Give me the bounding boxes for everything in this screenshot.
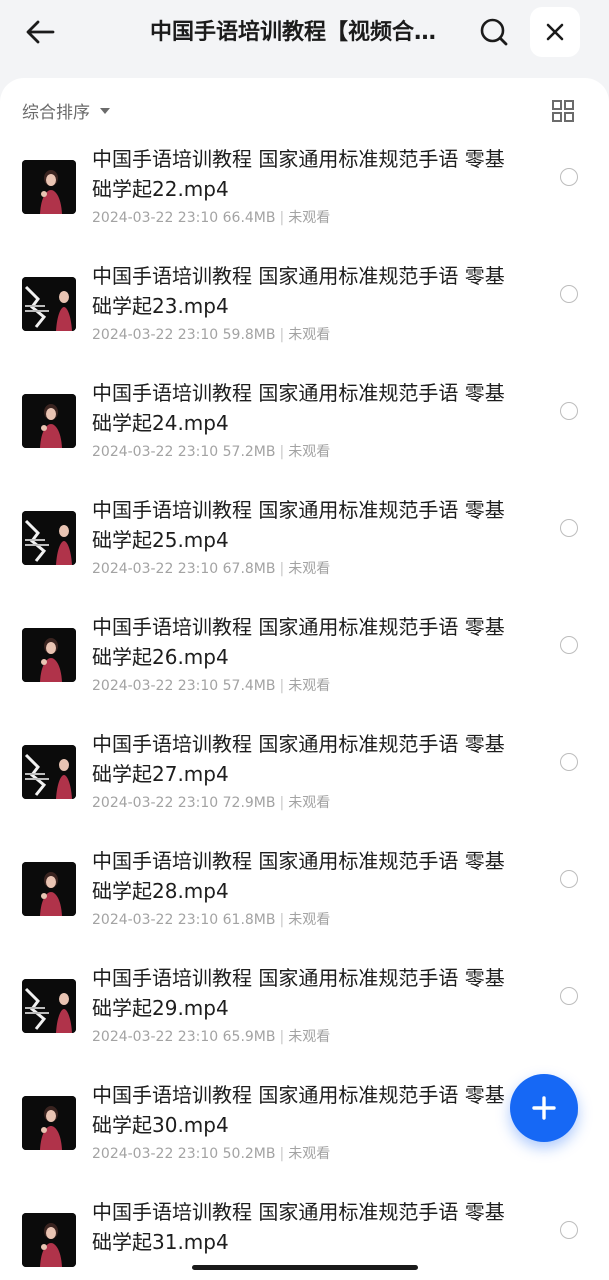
watch-status: 未观看 [288,912,331,928]
file-list-item[interactable]: 中国手语培训教程 国家通用标准规范手语 零基础学起22.mp4 2024-03-2… [0,140,609,257]
video-thumbnail [22,160,76,214]
file-name: 中国手语培训教程 国家通用标准规范手语 零基础学起24.mp4 [92,381,505,435]
meta-divider: | [279,444,285,460]
file-list-item[interactable]: 中国手语培训教程 国家通用标准规范手语 零基础学起23.mp4 2024-03-2… [0,257,609,374]
file-meta: 2024-03-22 23:10 66.4MB | 未观看 [92,207,330,227]
file-meta: 2024-03-22 23:10 50.2MB | 未观看 [92,1143,330,1163]
file-date: 2024-03-22 23:10 [92,678,219,694]
file-list-item[interactable]: 中国手语培训教程 国家通用标准规范手语 零基础学起26.mp4 2024-03-2… [0,608,609,725]
file-date: 2024-03-22 23:10 [92,1029,219,1045]
file-size: 57.4MB [222,678,276,694]
arrow-left-icon [26,20,55,44]
add-button[interactable] [510,1074,578,1142]
select-radio[interactable] [560,987,578,1005]
video-thumbnail [22,1213,76,1267]
file-date: 2024-03-22 23:10 [92,561,219,577]
file-meta: 2024-03-22 23:10 57.2MB | 未观看 [92,441,330,461]
select-radio[interactable] [560,636,578,654]
file-name: 中国手语培训教程 国家通用标准规范手语 零基础学起23.mp4 [92,264,505,318]
select-radio[interactable] [560,753,578,771]
file-date: 2024-03-22 23:10 [92,1146,219,1162]
file-meta: 2024-03-22 23:10 72.9MB | 未观看 [92,792,330,812]
sort-label: 综合排序 [22,102,90,123]
video-thumbnail [22,862,76,916]
select-radio[interactable] [560,519,578,537]
file-name: 中国手语培训教程 国家通用标准规范手语 零基础学起30.mp4 [92,1083,505,1137]
file-name: 中国手语培训教程 国家通用标准规范手语 零基础学起25.mp4 [92,498,505,552]
video-thumbnail [22,277,76,331]
home-indicator [192,1265,418,1270]
file-name: 中国手语培训教程 国家通用标准规范手语 零基础学起28.mp4 [92,849,505,903]
meta-divider: | [279,1029,285,1045]
file-size: 65.9MB [222,1029,276,1045]
file-list-item[interactable]: 中国手语培训教程 国家通用标准规范手语 零基础学起29.mp4 2024-03-2… [0,959,609,1076]
meta-divider: | [279,1146,285,1162]
file-list-item[interactable]: 中国手语培训教程 国家通用标准规范手语 零基础学起24.mp4 2024-03-2… [0,374,609,491]
watch-status: 未观看 [288,1146,331,1162]
watch-status: 未观看 [288,678,331,694]
watch-status: 未观看 [288,795,331,811]
file-size: 66.4MB [222,210,276,226]
select-radio[interactable] [560,870,578,888]
file-meta: 2024-03-22 23:10 59.8MB | 未观看 [92,324,330,344]
meta-divider: | [279,912,285,928]
video-thumbnail [22,979,76,1033]
file-date: 2024-03-22 23:10 [92,327,219,343]
file-list-item[interactable]: 中国手语培训教程 国家通用标准规范手语 零基础学起28.mp4 2024-03-2… [0,842,609,959]
file-name: 中国手语培训教程 国家通用标准规范手语 零基础学起22.mp4 [92,147,505,201]
file-date: 2024-03-22 23:10 [92,210,219,226]
file-size: 61.8MB [222,912,276,928]
file-name: 中国手语培训教程 国家通用标准规范手语 零基础学起26.mp4 [92,615,505,669]
caret-down-icon [100,108,110,114]
video-thumbnail [22,745,76,799]
meta-divider: | [279,561,285,577]
file-size: 57.2MB [222,444,276,460]
file-size: 72.9MB [222,795,276,811]
search-icon [480,18,508,46]
video-thumbnail [22,511,76,565]
close-icon [546,23,564,41]
file-list-item[interactable]: 中国手语培训教程 国家通用标准规范手语 零基础学起25.mp4 2024-03-2… [0,491,609,608]
file-name: 中国手语培训教程 国家通用标准规范手语 零基础学起29.mp4 [92,966,505,1020]
video-thumbnail [22,1096,76,1150]
select-radio[interactable] [560,285,578,303]
sort-dropdown[interactable]: 综合排序 [22,96,110,124]
plus-icon [532,1096,556,1120]
top-bar: 中国手语培训教程【视频合集】 [0,0,609,78]
grid-view-icon [552,100,574,122]
file-date: 2024-03-22 23:10 [92,912,219,928]
file-meta: 2024-03-22 23:10 67.8MB | 未观看 [92,558,330,578]
meta-divider: | [279,210,285,226]
page-title: 中国手语培训教程【视频合集】 [150,20,450,45]
meta-divider: | [279,678,285,694]
search-button[interactable] [472,12,516,52]
watch-status: 未观看 [288,327,331,343]
select-radio[interactable] [560,402,578,420]
watch-status: 未观看 [288,210,331,226]
grid-view-button[interactable] [550,98,576,124]
file-size: 50.2MB [222,1146,276,1162]
watch-status: 未观看 [288,444,331,460]
file-list-item[interactable]: 中国手语培训教程 国家通用标准规范手语 零基础学起27.mp4 2024-03-2… [0,725,609,842]
file-size: 59.8MB [222,327,276,343]
file-date: 2024-03-22 23:10 [92,795,219,811]
video-thumbnail [22,628,76,682]
close-button[interactable] [530,7,580,57]
file-name: 中国手语培训教程 国家通用标准规范手语 零基础学起31.mp4 [92,1200,505,1254]
video-thumbnail [22,394,76,448]
watch-status: 未观看 [288,1029,331,1045]
select-radio[interactable] [560,1221,578,1239]
meta-divider: | [279,327,285,343]
watch-status: 未观看 [288,561,331,577]
file-meta: 2024-03-22 23:10 61.8MB | 未观看 [92,909,330,929]
select-radio[interactable] [560,168,578,186]
file-meta: 2024-03-22 23:10 65.9MB | 未观看 [92,1026,330,1046]
back-button[interactable] [18,12,62,52]
file-date: 2024-03-22 23:10 [92,444,219,460]
file-size: 67.8MB [222,561,276,577]
file-meta: 2024-03-22 23:10 57.4MB | 未观看 [92,675,330,695]
file-name: 中国手语培训教程 国家通用标准规范手语 零基础学起27.mp4 [92,732,505,786]
meta-divider: | [279,795,285,811]
